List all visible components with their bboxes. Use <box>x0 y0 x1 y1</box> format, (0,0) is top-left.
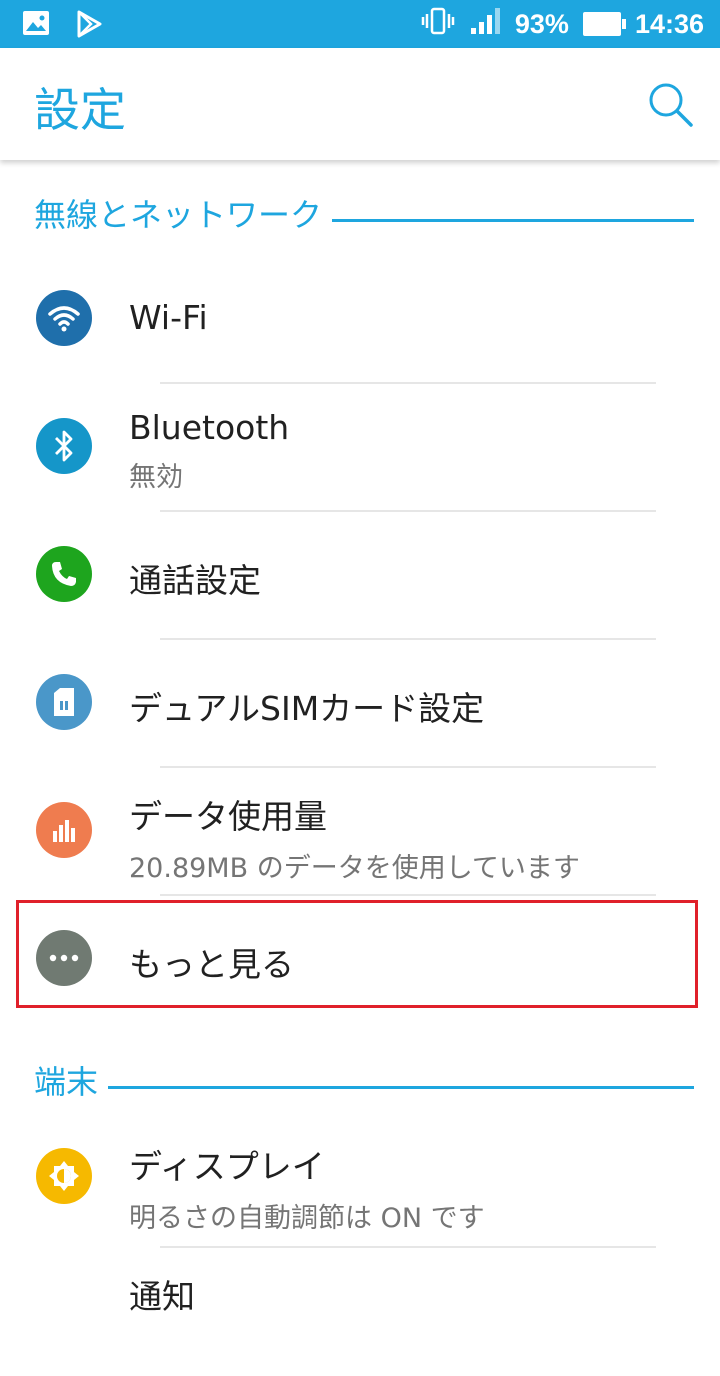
section-divider <box>108 1085 694 1089</box>
item-label: Bluetooth <box>129 408 290 447</box>
item-label: 通話設定 <box>129 561 261 600</box>
search-button[interactable] <box>646 80 696 130</box>
wifi-icon <box>36 290 92 346</box>
item-summary: 明るさの自動調節は ON です <box>129 1203 485 1234</box>
item-label: データ使用量 <box>129 797 327 836</box>
play-store-icon <box>76 10 102 42</box>
item-label: ディスプレイ <box>129 1147 325 1186</box>
settings-item-display[interactable]: ディスプレイ 明るさの自動調節は ON です <box>0 1118 720 1246</box>
item-summary: 無効 <box>129 462 183 493</box>
app-bar: 設定 <box>0 48 720 160</box>
image-icon <box>22 10 50 42</box>
search-icon <box>649 83 693 127</box>
status-bar: 93% 14:36 <box>0 0 720 48</box>
section-title: 端末 <box>34 1063 99 1101</box>
settings-item-data-usage[interactable]: データ使用量 20.89MB のデータを使用しています <box>0 768 720 896</box>
item-label: デュアルSIMカード設定 <box>129 689 485 728</box>
section-divider <box>332 218 694 222</box>
section-header-device: 端末 <box>34 1060 694 1101</box>
item-label: 通知 <box>129 1277 195 1316</box>
vibrate-icon <box>421 6 455 43</box>
data-usage-icon <box>36 802 92 858</box>
status-right: 93% 14:36 <box>421 6 704 42</box>
settings-item-wifi[interactable]: Wi-Fi <box>0 256 720 384</box>
battery-percent: 93% <box>514 8 569 39</box>
section-title: 無線とネットワーク <box>34 196 323 234</box>
item-summary: 20.89MB のデータを使用しています <box>129 853 580 884</box>
sim-card-icon <box>36 674 92 730</box>
status-left-icons <box>22 10 102 42</box>
brightness-icon <box>36 1148 92 1204</box>
settings-item-dual-sim[interactable]: デュアルSIMカード設定 <box>0 640 720 768</box>
section-header-wireless: 無線とネットワーク <box>34 193 694 234</box>
signal-icon <box>469 6 501 43</box>
phone-icon <box>36 546 92 602</box>
bluetooth-icon <box>36 418 92 474</box>
item-label: Wi-Fi <box>129 298 208 337</box>
clock: 14:36 <box>634 8 704 39</box>
settings-item-notification[interactable]: 通知 <box>0 1248 720 1376</box>
page-title: 設定 <box>34 83 126 137</box>
battery-icon <box>582 12 626 36</box>
settings-item-bluetooth[interactable]: Bluetooth 無効 <box>0 384 720 512</box>
highlight-box <box>16 900 698 1008</box>
settings-item-call[interactable]: 通話設定 <box>0 512 720 640</box>
